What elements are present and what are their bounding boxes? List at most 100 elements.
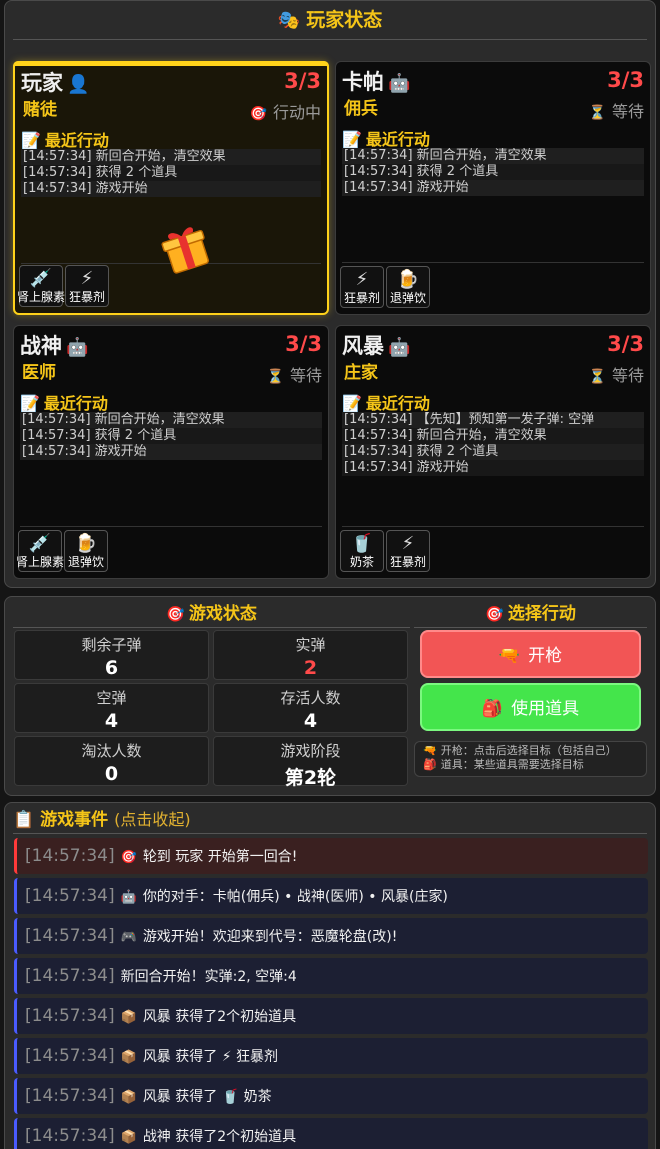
item-slot[interactable]: 💉 肾上腺素 xyxy=(15,530,64,572)
target-icon: 🎯 xyxy=(166,605,185,623)
stat-value: 4 xyxy=(104,710,119,732)
hourglass-icon: ⏳ xyxy=(266,369,284,385)
event-text: 战神 获得了2个初始道具 xyxy=(142,1129,297,1145)
log-line: [14:57:34] 获得 2 个道具 xyxy=(342,444,644,460)
log-line: [14:57:34] 获得 2 个道具 xyxy=(20,428,322,444)
masks-icon: 🎭 xyxy=(277,10,301,31)
log-line: [14:57:34] 获得 2 个道具 xyxy=(342,164,644,180)
event-time: [14:57:34] xyxy=(25,1006,115,1026)
game-events-panel: 📋 游戏事件 (点击收起) [14:57:34] 🎯 轮到 玩家 开始第一回合! [1… xyxy=(4,802,656,1149)
lightning-icon: ⚡ xyxy=(355,269,369,290)
shoot-button[interactable]: 🔫 开枪 xyxy=(420,630,641,678)
player-state-text: 行动中 xyxy=(272,103,321,122)
lightning-icon: ⚡ xyxy=(401,533,415,554)
water-gun-icon: 🔫 xyxy=(498,646,521,666)
item-name: 退弹饮 xyxy=(389,291,426,305)
player-card-0[interactable]: 玩家 👤 3/3 赌徒 🎯 行动中 📝 最近行动 [14:57:34] 新回合开始，清… xyxy=(13,61,329,315)
action-hint: 🔫 开枪：点击后选择目标（包括自己） 🎒 道具：某些道具需要选择目标 xyxy=(414,741,647,777)
person-avatar-icon: 👤 xyxy=(67,74,90,95)
player-status-panel: 🎭 玩家状态 玩家 👤 3/3 赌徒 🎯 行动中 📝 最近行动 [14:57:34] 新… xyxy=(4,0,656,588)
recent-actions-heading: 📝 最近行动 xyxy=(21,127,109,151)
item-slot[interactable]: ⚡ 狂暴剂 xyxy=(386,530,430,572)
log-line: [14:57:34] 新回合开始，清空效果 xyxy=(21,149,321,165)
item-slot[interactable]: ⚡ 狂暴剂 xyxy=(340,266,384,308)
memo-icon: 📝 xyxy=(20,394,40,413)
robot-avatar-icon: 🤖 xyxy=(388,337,411,358)
milk-tea-icon: 🥤 xyxy=(350,533,374,554)
player-name: 战神 🤖 xyxy=(20,330,88,360)
card-divider xyxy=(342,526,644,527)
shoot-hint-text: 开枪：点击后选择目标（包括自己） xyxy=(440,744,617,757)
shoot-hint: 🔫 开枪：点击后选择目标（包括自己） xyxy=(423,744,646,758)
action-log: [14:57:34] 新回合开始，清空效果 [14:57:34] 获得 2 个道… xyxy=(342,148,644,196)
player-role: 赌徒 xyxy=(23,100,57,120)
item-name: 狂暴剂 xyxy=(389,555,426,569)
event-time: [14:57:34] xyxy=(25,886,115,906)
water-gun-icon: 🔫 xyxy=(423,744,437,757)
stat-game-phase: 游戏阶段 第2轮 xyxy=(213,736,408,789)
player-name: 风暴 🤖 xyxy=(342,330,410,360)
event-text: 轮到 玩家 开始第一回合! xyxy=(142,849,298,865)
player-hp: 3/3 xyxy=(607,68,644,92)
item-hint-text: 道具：某些道具需要选择目标 xyxy=(440,758,584,771)
action-title-text: 选择行动 xyxy=(507,604,576,624)
player-card-3[interactable]: 风暴 🤖 3/3 庄家 ⏳ 等待 📝 最近行动 [14:57:34] 【先知】预知第一… xyxy=(335,325,651,579)
player-state: ⏳ 等待 xyxy=(589,98,644,122)
player-state-text: 等待 xyxy=(289,366,322,385)
events-header-toggle[interactable]: 📋 游戏事件 (点击收起) xyxy=(13,807,191,833)
item-slot[interactable]: 🍺 退弹饮 xyxy=(386,266,430,308)
item-name: 肾上腺素 xyxy=(16,290,65,304)
clipboard-icon: 📋 xyxy=(13,810,35,830)
event-item: [14:57:34] 🎯 轮到 玩家 开始第一回合! xyxy=(14,838,648,874)
item-bar: 🥤 奶茶 ⚡ 狂暴剂 xyxy=(340,530,430,572)
log-line: [14:57:34] 获得 2 个道具 xyxy=(21,165,321,181)
event-time: [14:57:34] xyxy=(25,926,115,946)
event-text: 新回合开始！实弹:2, 空弹:4 xyxy=(120,969,297,985)
log-line: [14:57:34] 新回合开始，清空效果 xyxy=(342,148,644,164)
event-time: [14:57:34] xyxy=(25,1126,115,1146)
robot-avatar-icon: 🤖 xyxy=(388,73,411,94)
target-icon: 🎯 xyxy=(485,605,504,623)
event-item: [14:57:34] 🎮 游戏开始！欢迎来到代号：恶魔轮盘(改)! xyxy=(14,918,648,954)
recent-actions-title: 最近行动 xyxy=(43,394,108,413)
hourglass-icon: ⏳ xyxy=(588,369,606,385)
player-name-text: 风暴 xyxy=(342,334,384,358)
recent-actions-heading: 📝 最近行动 xyxy=(342,126,430,150)
item-slot[interactable]: 🍺 退弹饮 xyxy=(64,530,108,572)
beer-icon: 🍺 xyxy=(396,269,420,290)
stat-remaining-bullets: 剩余子弹 6 xyxy=(14,630,209,680)
player-state: ⏳ 等待 xyxy=(267,362,322,386)
stat-label: 游戏阶段 xyxy=(280,742,341,760)
item-slot[interactable]: 💉 肾上腺素 xyxy=(16,265,65,307)
item-name: 肾上腺素 xyxy=(15,555,64,569)
event-text: 风暴 获得了2个初始道具 xyxy=(142,1009,297,1025)
stat-label: 实弹 xyxy=(295,636,326,654)
recent-actions-heading: 📝 最近行动 xyxy=(20,390,108,414)
recent-actions-title: 最近行动 xyxy=(365,394,430,413)
item-name: 奶茶 xyxy=(349,555,374,569)
gift-box-icon xyxy=(161,227,209,274)
event-item: [14:57:34] 📦 战神 获得了2个初始道具 xyxy=(14,1118,648,1149)
item-slot[interactable]: 🥤 奶茶 xyxy=(340,530,384,572)
player-state-text: 等待 xyxy=(611,366,644,385)
stat-live-rounds: 实弹 2 xyxy=(213,630,408,680)
title-divider xyxy=(13,39,647,40)
item-name: 狂暴剂 xyxy=(343,291,380,305)
action-log: [14:57:34] 【先知】预知第一发子弹: 空弹 [14:57:34] 新回… xyxy=(342,412,644,476)
stat-value: 2 xyxy=(303,657,318,679)
stat-eliminated-count: 淘汰人数 0 xyxy=(14,736,209,786)
use-item-button[interactable]: 🎒 使用道具 xyxy=(420,683,641,731)
log-line: [14:57:34] 新回合开始，清空效果 xyxy=(20,412,322,428)
player-card-2[interactable]: 战神 🤖 3/3 医师 ⏳ 等待 📝 最近行动 [14:57:34] 新回合开始，清空… xyxy=(13,325,329,579)
action-title: 🎯 选择行动 xyxy=(414,601,647,627)
log-line: [14:57:34] 【先知】预知第一发子弹: 空弹 xyxy=(342,412,644,428)
active-indicator xyxy=(13,61,329,66)
stat-label: 剩余子弹 xyxy=(81,636,142,654)
player-card-1[interactable]: 卡帕 🤖 3/3 佣兵 ⏳ 等待 📝 最近行动 [14:57:34] 新回合开始，清空… xyxy=(335,61,651,315)
item-slot[interactable]: ⚡ 狂暴剂 xyxy=(65,265,109,307)
stat-value: 6 xyxy=(104,657,119,679)
recent-actions-heading: 📝 最近行动 xyxy=(342,390,430,414)
player-state: 🎯 行动中 xyxy=(250,99,321,123)
stat-label: 存活人数 xyxy=(280,689,341,707)
stat-value: 4 xyxy=(303,710,318,732)
